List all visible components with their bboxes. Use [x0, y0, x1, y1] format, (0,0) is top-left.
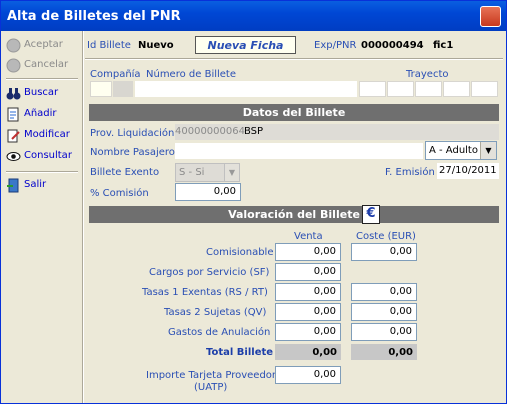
mode-badge: Nueva Ficha [195, 36, 296, 54]
total-cost-value: 0,00 [351, 344, 417, 360]
row-sale-input[interactable]: 0,00 [275, 263, 341, 281]
sidebar-divider [82, 31, 84, 403]
close-button[interactable] [480, 6, 501, 27]
sidebar-separator [6, 171, 78, 173]
total-label: Total Billete [206, 347, 274, 358]
row-cost-input[interactable]: 0,00 [351, 283, 417, 301]
passenger-type-select[interactable]: A - Adulto ▼ [425, 141, 497, 160]
exit-button[interactable]: Salir [4, 176, 81, 196]
route-field-3[interactable] [415, 81, 442, 97]
add-label: Añadir [24, 108, 57, 119]
company-field-2[interactable] [113, 81, 133, 97]
ticket-data-header: Datos del Billete [89, 104, 499, 121]
sale-column-label: Venta [294, 231, 323, 242]
accept-button[interactable]: Aceptar [4, 36, 81, 56]
route-field-2[interactable] [387, 81, 414, 97]
header-separator [85, 58, 503, 60]
sidebar: Aceptar Cancelar Buscar Añadir Modificar… [4, 33, 81, 401]
euro-currency-button[interactable]: € [362, 205, 380, 224]
ticket-id-label: Id Billete [87, 40, 131, 51]
view-button[interactable]: Consultar [4, 147, 81, 167]
valuation-row-label: Comisionable [206, 247, 274, 258]
total-sale-value: 0,00 [275, 344, 341, 360]
emission-date-label: F. Emisión [385, 167, 435, 178]
chevron-down-icon[interactable]: ▼ [480, 142, 496, 159]
passenger-type-value: A - Adulto [429, 145, 478, 156]
row-cost-input[interactable]: 0,00 [351, 303, 417, 321]
provider-code: 40000000064 [175, 126, 245, 137]
modify-label: Modificar [24, 129, 70, 140]
valuation-title: Valoración del Billete [228, 208, 360, 221]
ticket-number-label: Número de Billete [146, 69, 236, 80]
window-title: Alta de Billetes del PNR [7, 9, 181, 24]
eye-icon [6, 152, 21, 161]
accept-icon [6, 38, 21, 53]
add-button[interactable]: Añadir [4, 105, 81, 125]
chevron-down-icon[interactable]: ▼ [224, 164, 239, 181]
commission-input[interactable]: 0,00 [175, 183, 241, 201]
provider-name: BSP [244, 126, 264, 137]
main-window: Alta de Billetes del PNR Aceptar Cancela… [0, 0, 507, 404]
row-cost-input[interactable]: 0,00 [351, 323, 417, 341]
exempt-select[interactable]: S - Si ▼ [175, 163, 240, 182]
emission-date-value[interactable]: 27/10/2011 [437, 163, 499, 179]
ticket-valuation-header: Valoración del Billete [89, 206, 499, 223]
row-sale-input[interactable]: 0,00 [275, 243, 341, 261]
sidebar-separator [6, 78, 78, 80]
company-field-1[interactable] [90, 81, 112, 97]
valuation-row-label: Gastos de Anulación [168, 327, 271, 338]
uatp-label-line1: Importe Tarjeta Proveedor [146, 370, 277, 381]
exit-label: Salir [24, 179, 47, 190]
new-document-icon [7, 107, 19, 122]
row-cost-input[interactable]: 0,00 [351, 243, 417, 261]
cost-column-label: Coste (EUR) [356, 231, 416, 242]
passenger-label: Nombre Pasajero [90, 147, 175, 158]
uatp-label-line2: (UATP) [194, 382, 228, 393]
cancel-label: Cancelar [24, 59, 69, 70]
provider-label: Prov. Liquidación [90, 128, 175, 139]
company-label: Compañía [90, 69, 141, 80]
passenger-input[interactable] [175, 143, 423, 159]
row-sale-input[interactable]: 0,00 [275, 283, 341, 301]
ticket-id-value: Nuevo [138, 40, 174, 51]
cancel-button[interactable]: Cancelar [4, 56, 81, 76]
exempt-label: Billete Exento [90, 167, 160, 178]
exit-door-icon [7, 178, 19, 193]
commission-label: % Comisión [90, 188, 149, 199]
edit-document-icon [7, 129, 20, 143]
ticket-number-field[interactable] [135, 81, 357, 97]
route-label: Trayecto [406, 69, 449, 80]
valuation-row-label: Tasas 2 Sujetas (QV) [164, 307, 267, 318]
route-field-4[interactable] [443, 81, 470, 97]
uatp-input[interactable]: 0,00 [275, 366, 341, 384]
valuation-row-label: Cargos por Servicio (SF) [149, 267, 270, 278]
title-bar: Alta de Billetes del PNR [1, 1, 506, 31]
exempt-value: S - Si [179, 167, 205, 178]
cancel-icon [6, 58, 21, 73]
search-button[interactable]: Buscar [4, 84, 81, 104]
accept-label: Aceptar [24, 39, 63, 50]
search-label: Buscar [24, 87, 59, 98]
exp-pnr-label: Exp/PNR [314, 40, 357, 51]
file-value: fic1 [433, 40, 454, 51]
exp-pnr-value: 000000494 [361, 40, 424, 51]
route-field-1[interactable] [359, 81, 386, 97]
modify-button[interactable]: Modificar [4, 126, 81, 146]
route-field-5[interactable] [471, 81, 498, 97]
valuation-row-label: Tasas 1 Exentas (RS / RT) [142, 287, 268, 298]
binoculars-icon [6, 88, 21, 100]
view-label: Consultar [24, 150, 72, 161]
row-sale-input[interactable]: 0,00 [275, 303, 341, 321]
row-sale-input[interactable]: 0,00 [275, 323, 341, 341]
